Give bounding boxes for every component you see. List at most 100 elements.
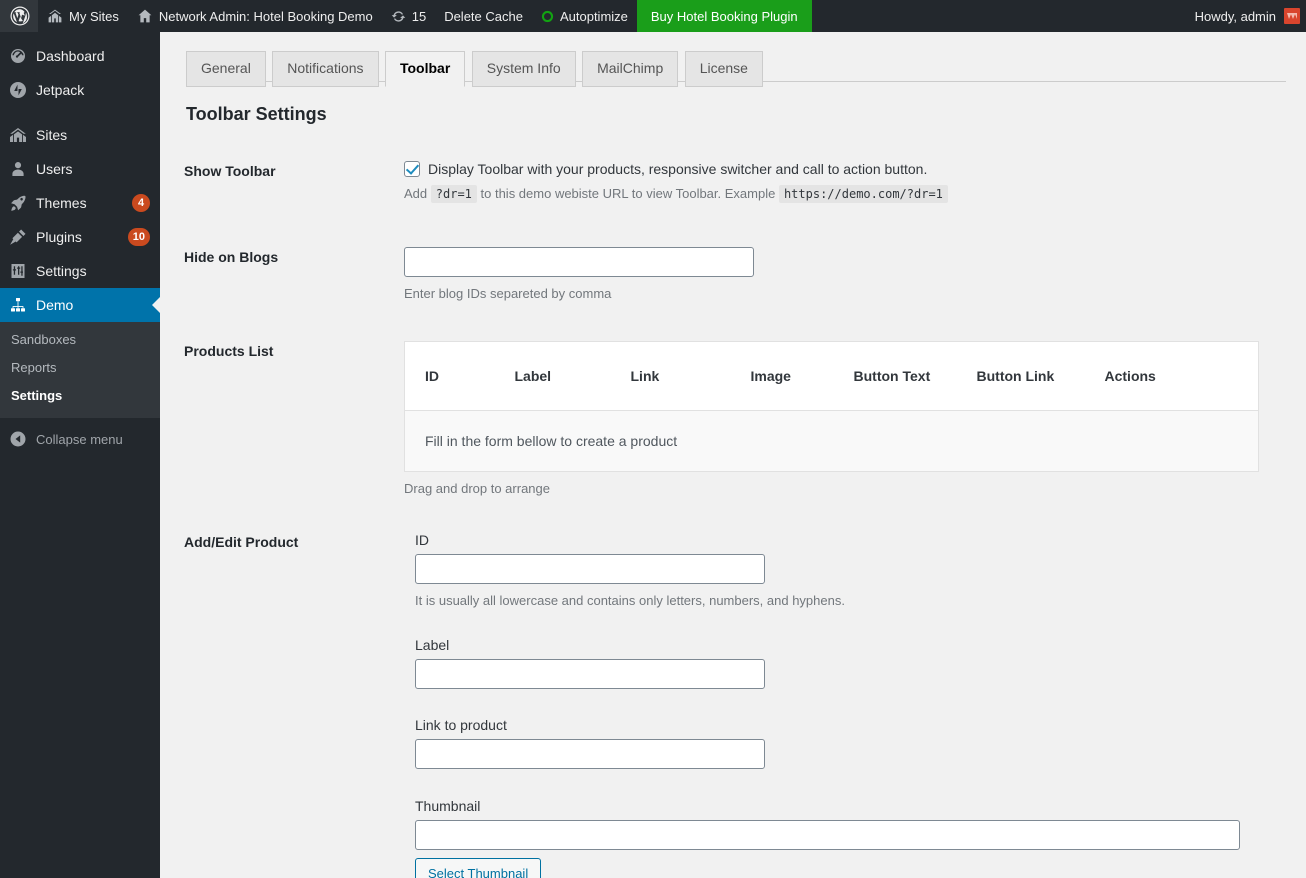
sidebar-item-users[interactable]: Users <box>0 152 160 186</box>
sidebar-item-plugins[interactable]: Plugins 10 <box>0 220 160 254</box>
sidebar-subitem-sandboxes[interactable]: Sandboxes <box>0 326 160 354</box>
delete-cache-label: Delete Cache <box>444 8 523 24</box>
show-toolbar-hint: Add ?dr=1 to this demo webiste URL to vi… <box>404 185 1306 203</box>
tab-label: System Info <box>486 60 561 76</box>
sidebar-item-label: Jetpack <box>36 82 85 98</box>
sidebar-top-space <box>0 32 160 39</box>
tab-label: License <box>699 60 748 76</box>
select-thumbnail-wrap: Select Thumbnail <box>415 850 1306 878</box>
sidebar-subitem-settings[interactable]: Settings <box>0 382 160 410</box>
products-list-field: ID Label Link Image Button Text Button L… <box>404 341 1306 496</box>
tab-license[interactable]: License <box>684 51 763 87</box>
table-header-row: ID Label Link Image Button Text Button L… <box>404 341 1259 411</box>
tab-label: MailChimp <box>597 60 664 76</box>
tab-label: Toolbar <box>399 60 451 76</box>
product-id-block: ID It is usually all lowercase and conta… <box>415 532 1306 608</box>
hide-on-blogs-row: Hide on Blogs Enter blog IDs separeted b… <box>184 247 1306 301</box>
display-toolbar-checkbox-row[interactable]: Display Toolbar with your products, resp… <box>404 161 1306 177</box>
network-admin-label: Network Admin: Hotel Booking Demo <box>158 8 373 24</box>
product-label-input[interactable] <box>415 659 765 689</box>
tab-system-info[interactable]: System Info <box>471 51 576 87</box>
my-sites-icon <box>47 8 63 24</box>
account-menu[interactable]: Howdy, admin <box>1186 0 1306 32</box>
sidebar-item-settings[interactable]: Settings <box>0 254 160 288</box>
themes-update-badge: 4 <box>132 194 150 212</box>
update-icon <box>391 9 406 24</box>
sidebar-item-label: Sites <box>36 127 68 143</box>
sidebar-item-label: Settings <box>36 263 87 279</box>
products-table: ID Label Link Image Button Text Button L… <box>404 341 1259 472</box>
autoptimize-label: Autoptimize <box>559 8 628 24</box>
network-admin-menu[interactable]: Network Admin: Hotel Booking Demo <box>128 0 382 32</box>
sidebar-subitem-reports[interactable]: Reports <box>0 354 160 382</box>
sidebar-item-themes[interactable]: Themes 4 <box>0 186 160 220</box>
autoptimize-status-icon <box>541 10 554 23</box>
column-id: ID <box>404 341 515 411</box>
show-toolbar-row: Show Toolbar Display Toolbar with your p… <box>184 161 1306 203</box>
tab-mailchimp[interactable]: MailChimp <box>582 51 679 87</box>
select-thumbnail-button[interactable]: Select Thumbnail <box>415 858 542 878</box>
column-link: Link <box>630 341 751 411</box>
hide-on-blogs-input[interactable] <box>404 247 754 277</box>
hide-on-blogs-label: Hide on Blogs <box>184 249 279 265</box>
product-id-note: It is usually all lowercase and contains… <box>415 593 845 608</box>
products-list-row: Products List ID Label Link Image Button… <box>184 341 1306 496</box>
products-table-body: Fill in the form bellow to create a prod… <box>404 410 1259 472</box>
buy-hotel-booking-plugin-button[interactable]: Buy Hotel Booking Plugin <box>636 0 812 32</box>
sidebar-item-sites[interactable]: Sites <box>0 118 160 152</box>
drag-and-drop-hint: Drag and drop to arrange <box>404 481 550 496</box>
themes-icon <box>0 186 36 220</box>
hint-middle: to this demo webiste URL to view Toolbar… <box>480 186 776 201</box>
hint-code-example-url: https://demo.com/?dr=1 <box>778 185 948 203</box>
home-icon <box>137 8 153 24</box>
tab-general[interactable]: General <box>186 51 266 87</box>
product-thumbnail-input[interactable] <box>415 820 1240 850</box>
tab-label: General <box>201 60 251 76</box>
tab-toolbar[interactable]: Toolbar <box>384 51 466 87</box>
collapse-icon <box>0 422 36 456</box>
hint-prefix: Add <box>404 186 428 201</box>
demo-icon <box>0 288 36 322</box>
product-link-block: Link to product <box>415 717 1306 769</box>
wordpress-logo-button[interactable] <box>0 0 38 32</box>
product-thumbnail-label: Thumbnail <box>415 798 481 814</box>
submenu-label: Settings <box>11 388 63 403</box>
buy-plugin-label: Buy Hotel Booking Plugin <box>650 8 798 24</box>
updates-menu[interactable]: 15 <box>382 0 435 32</box>
column-actions: Actions <box>1104 341 1259 411</box>
column-image: Image <box>750 341 854 411</box>
column-button-text: Button Text <box>853 341 977 411</box>
show-toolbar-label: Show Toolbar <box>184 163 276 179</box>
hint-code-dr: ?dr=1 <box>430 185 477 203</box>
product-label-block: Label <box>415 637 1306 689</box>
tab-notifications[interactable]: Notifications <box>272 51 379 87</box>
product-id-input[interactable] <box>415 554 765 584</box>
product-link-input[interactable] <box>415 739 765 769</box>
submenu-label: Reports <box>11 360 57 375</box>
collapse-menu-label: Collapse menu <box>36 431 123 447</box>
sidebar-item-dashboard[interactable]: Dashboard <box>0 39 160 73</box>
autoptimize-menu[interactable]: Autoptimize <box>532 0 637 32</box>
products-table-head: ID Label Link Image Button Text Button L… <box>404 341 1259 411</box>
admin-bar-spacer <box>812 0 1186 32</box>
howdy-label: Howdy, admin <box>1194 8 1276 24</box>
product-id-label: ID <box>415 532 429 548</box>
product-thumbnail-block: Thumbnail Select Thumbnail <box>415 798 1306 878</box>
product-label-label: Label <box>415 637 450 653</box>
column-button-link: Button Link <box>976 341 1105 411</box>
delete-cache-button[interactable]: Delete Cache <box>435 0 532 32</box>
sidebar-item-label: Demo <box>36 297 74 313</box>
display-toolbar-checkbox[interactable] <box>404 161 420 177</box>
sidebar-separator <box>0 107 160 118</box>
main-content: General Notifications Toolbar System Inf… <box>160 32 1306 878</box>
sidebar-item-label: Dashboard <box>36 48 105 64</box>
my-sites-menu[interactable]: My Sites <box>38 0 128 32</box>
sidebar-item-demo[interactable]: Demo <box>0 288 160 322</box>
settings-icon <box>0 254 36 288</box>
products-list-label: Products List <box>184 343 274 359</box>
wordpress-logo-icon <box>10 6 30 26</box>
admin-bar: My Sites Network Admin: Hotel Booking De… <box>0 0 1306 32</box>
hide-on-blogs-field: Enter blog IDs separeted by comma <box>404 247 1306 301</box>
collapse-menu-button[interactable]: Collapse menu <box>0 422 160 456</box>
sidebar-item-jetpack[interactable]: Jetpack <box>0 73 160 107</box>
